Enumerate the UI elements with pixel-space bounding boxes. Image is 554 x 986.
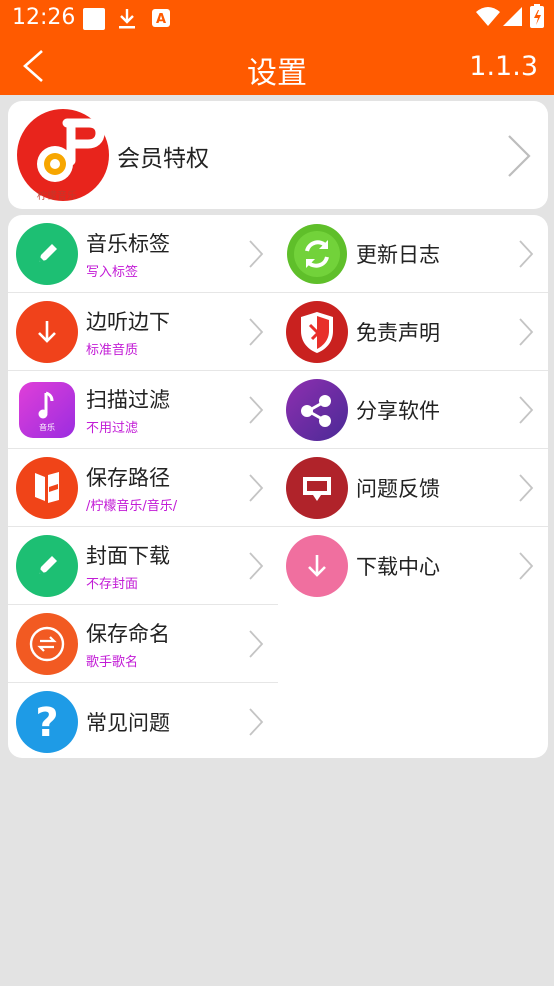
changelog-item[interactable]: 更新日志 (278, 215, 548, 293)
listen-download-value: 标准音质 (86, 343, 139, 358)
pencil-icon (16, 223, 78, 285)
save-naming-item[interactable]: 保存命名 歌手歌名 (8, 605, 278, 683)
feedback-label: 问题反馈 (356, 477, 440, 501)
chevron-right-icon (519, 552, 534, 580)
chevron-right-icon (249, 240, 264, 268)
music-tag-item[interactable]: 音乐标签 写入标签 (8, 215, 278, 293)
signal-icon (503, 7, 522, 26)
refresh-icon (287, 224, 347, 284)
logo-caption: 柠檬音乐 (37, 191, 77, 202)
chevron-right-icon (249, 474, 264, 502)
wifi-icon (476, 7, 500, 26)
bookmark-icon (16, 457, 78, 519)
svg-text:?: ? (35, 700, 58, 746)
scan-filter-label: 扫描过滤 (86, 388, 170, 412)
download-center-item[interactable]: 下载中心 (278, 527, 548, 605)
music-tag-value: 写入标签 (86, 265, 139, 280)
feedback-item[interactable]: 问题反馈 (278, 449, 548, 527)
font-notification-icon: A (152, 9, 170, 27)
share-app-label: 分享软件 (356, 399, 440, 423)
status-bar: 12:26 A (0, 0, 554, 36)
share-app-item[interactable]: 分享软件 (278, 371, 548, 449)
listen-download-item[interactable]: 边听边下 标准音质 (8, 293, 278, 371)
chevron-right-icon (519, 396, 534, 424)
download-notification-icon (119, 9, 135, 29)
app-bar: 设置 1.1.3 (0, 36, 554, 95)
chevron-right-icon (249, 396, 264, 424)
chevron-right-icon (519, 318, 534, 346)
vip-label: 会员特权 (117, 146, 209, 172)
svg-text:A: A (156, 12, 166, 27)
save-path-item[interactable]: 保存路径 /柠檬音乐/音乐/ (8, 449, 278, 527)
swap-icon (16, 613, 78, 675)
save-naming-value: 歌手歌名 (86, 655, 139, 670)
chevron-right-icon (249, 552, 264, 580)
chevron-right-icon (249, 708, 264, 736)
battery-icon (530, 4, 544, 28)
cover-download-value: 不存封面 (86, 577, 139, 592)
chevron-right-icon (249, 318, 264, 346)
version-label: 1.1.3 (469, 51, 538, 82)
notification-square-icon (83, 8, 105, 30)
share-icon (286, 379, 348, 441)
save-path-label: 保存路径 (86, 466, 170, 490)
chevron-right-icon (249, 630, 264, 658)
feedback-icon (286, 457, 348, 519)
cover-download-label: 封面下载 (86, 544, 170, 568)
scan-filter-item[interactable]: 音乐 扫描过滤 不用过滤 (8, 371, 278, 449)
settings-grid: 音乐标签 写入标签 边听边下 标准音质 音乐 扫描过滤 不用过滤 保存路径 /柠… (8, 215, 548, 758)
status-time: 12:26 (12, 5, 76, 30)
music-tag-label: 音乐标签 (86, 232, 170, 256)
music-app-icon: 音乐 (19, 382, 75, 438)
changelog-label: 更新日志 (356, 243, 440, 267)
chevron-right-icon (519, 240, 534, 268)
save-naming-label: 保存命名 (86, 622, 170, 646)
shield-icon (286, 301, 348, 363)
faq-item[interactable]: ? 常见问题 (8, 683, 278, 761)
pencil-icon (16, 535, 78, 597)
cover-download-item[interactable]: 封面下载 不存封面 (8, 527, 278, 605)
chevron-right-icon (519, 474, 534, 502)
download-icon (16, 301, 78, 363)
disclaimer-item[interactable]: 免责声明 (278, 293, 548, 371)
question-icon: ? (16, 691, 78, 753)
faq-label: 常见问题 (86, 711, 170, 735)
disclaimer-label: 免责声明 (356, 321, 440, 345)
svg-text:音乐: 音乐 (39, 422, 55, 432)
save-path-value: /柠檬音乐/音乐/ (86, 499, 178, 514)
vip-privilege-row[interactable]: 柠檬音乐 会员特权 (8, 101, 548, 209)
download-center-label: 下载中心 (356, 555, 440, 579)
listen-download-label: 边听边下 (86, 310, 170, 334)
chevron-right-icon (508, 135, 531, 177)
scan-filter-value: 不用过滤 (86, 421, 139, 436)
download-icon (286, 535, 348, 597)
